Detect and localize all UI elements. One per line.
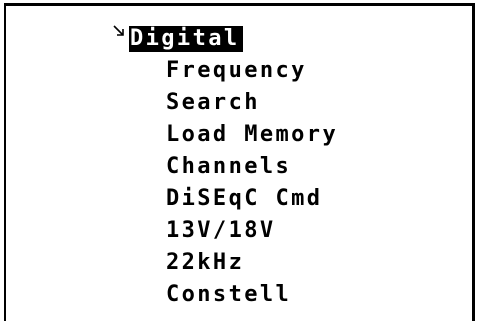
menu-item-frequency[interactable]: Frequency — [166, 58, 307, 84]
menu-item-channels[interactable]: Channels — [166, 154, 291, 180]
arrow-pointer-icon — [113, 25, 124, 36]
menu-item-13v-18v[interactable]: 13V/18V — [166, 218, 276, 244]
menu-item-22khz[interactable]: 22kHz — [166, 250, 244, 276]
menu-item-load-memory[interactable]: Load Memory — [166, 122, 338, 148]
menu-item-digital[interactable]: Digital — [129, 26, 243, 52]
menu-item-diseqc-cmd[interactable]: DiSEqC Cmd — [166, 186, 322, 212]
menu-item-constell[interactable]: Constell — [166, 282, 291, 308]
menu-item-search[interactable]: Search — [166, 90, 260, 116]
